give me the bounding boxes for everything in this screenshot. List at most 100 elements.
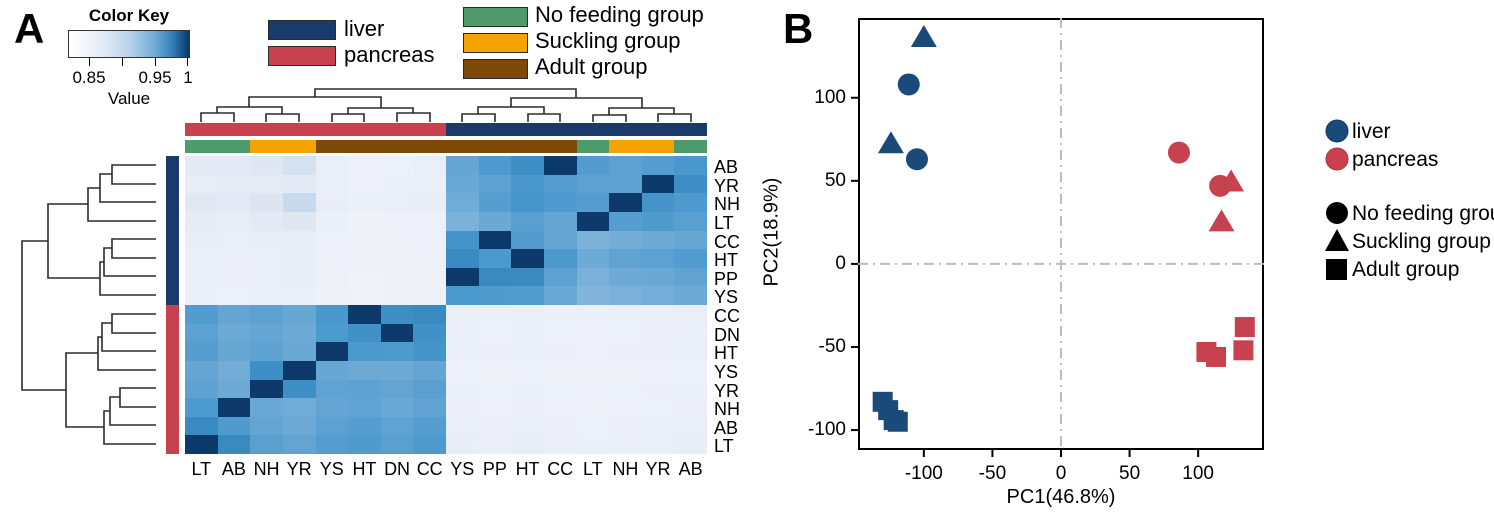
heatmap-cell: [315, 323, 349, 343]
heatmap-cell: [282, 156, 316, 175]
heatmap-cell: [674, 379, 707, 399]
heatmap-cell: [217, 249, 251, 268]
heatmap-cell: [674, 230, 707, 250]
heatmap-cell: [446, 342, 479, 361]
heatmap-cell: [282, 342, 316, 361]
color-key-value-label: Value: [107, 89, 151, 108]
heatmap-cell: [446, 174, 479, 194]
heatmap-cell: [609, 211, 642, 231]
color-key-tick: [187, 57, 188, 66]
heatmap-cell: [674, 249, 707, 268]
row-dendrogram: [8, 156, 156, 454]
heatmap-cell: [413, 230, 446, 250]
pca-liver-label: liver: [1352, 120, 1391, 143]
column-group-annotation: [185, 140, 707, 153]
heatmap-cell: [446, 435, 479, 454]
heatmap-cell: [511, 435, 544, 454]
heatmap-cell: [413, 379, 446, 399]
heatmap-cell: [576, 435, 610, 454]
heatmap-column-label: HT: [352, 459, 377, 479]
heatmap-cell: [511, 174, 544, 194]
heatmap-cell: [641, 360, 675, 380]
heatmap-row-label: CC: [714, 231, 740, 252]
heatmap-cell: [511, 230, 544, 250]
col-anno-group-nofeeding: [674, 140, 707, 153]
heatmap-cell: [446, 193, 479, 212]
heatmap-cell: [250, 323, 283, 343]
heatmap-cell: [413, 156, 446, 175]
heatmap-cell: [185, 286, 218, 305]
heatmap-cell: [478, 323, 512, 343]
color-key: Color Key 0.85 0.95 1 Value: [64, 6, 194, 107]
heatmap-cell: [413, 398, 446, 417]
heatmap-cell: [250, 230, 283, 250]
heatmap-cell: [576, 193, 610, 212]
heatmap-cell: [250, 193, 283, 212]
heatmap-cell: [478, 416, 512, 436]
heatmap-cell: [576, 174, 610, 194]
heatmap-column-label: LT: [582, 459, 603, 479]
heatmap-cell: [478, 286, 512, 305]
heatmap-cell: [478, 249, 512, 268]
heatmap-cell: [511, 267, 544, 287]
heatmap-row-label: NH: [714, 194, 740, 215]
heatmap-cell: [282, 174, 316, 194]
liver-swatch: [268, 20, 336, 40]
heatmap-cell: [315, 267, 349, 287]
heatmap-cell: [380, 379, 414, 399]
heatmap-cell: [380, 435, 414, 454]
heatmap-cell: [543, 398, 577, 417]
heatmap-row-label: YR: [714, 380, 740, 401]
heatmap-cell: [348, 379, 381, 399]
heatmap-cell: [674, 174, 707, 194]
heatmap-row-label: AB: [714, 157, 739, 177]
heatmap-cell: [250, 416, 283, 436]
heatmap-cell: [609, 230, 642, 250]
color-key-gradient: [68, 30, 190, 58]
heatmap-cell: [413, 249, 446, 268]
heatmap-cell: [609, 379, 642, 399]
heatmap-cell: [413, 305, 446, 324]
pca-x-axis-title: PC1(46.8%): [1006, 486, 1116, 508]
heatmap-cell: [185, 249, 218, 268]
heatmap-cell: [641, 249, 675, 268]
pca-x-tick-label: 100: [1182, 463, 1214, 484]
heatmap-cell: [641, 305, 675, 324]
heatmap-cell: [641, 379, 675, 399]
heatmap-cell: [413, 193, 446, 212]
heatmap-column-label: CC: [416, 459, 443, 479]
heatmap-cell: [380, 267, 414, 287]
pca-point-triangle: [877, 131, 904, 154]
heatmap-cell: [543, 193, 577, 212]
pca-point-square: [878, 400, 899, 421]
heatmap-row-label: LT: [714, 212, 734, 233]
pca-no-feeding-label: No feeding group: [1352, 202, 1494, 225]
heatmap-cell: [380, 305, 414, 324]
pca-x-tick-label: 50: [1119, 463, 1141, 484]
heatmap-cell: [609, 360, 642, 380]
heatmap-cell: [348, 230, 381, 250]
pca-suckling-label: Suckling group: [1352, 230, 1491, 253]
heatmap-row-labels: AB YR NH LT CC HT PP YS CC DN HT YS YR NH AB LT: [710, 156, 758, 455]
heatmap-cell: [348, 249, 381, 268]
pancreas-circle-icon: [1325, 147, 1349, 171]
pca-pancreas-label: pancreas: [1352, 148, 1439, 171]
heatmap-cell: [609, 435, 642, 454]
heatmap-cell: [478, 305, 512, 324]
row-anno-tissue-pancreas: [166, 305, 179, 454]
heatmap-cell: [217, 360, 251, 380]
pca-point-triangle: [910, 24, 937, 47]
heatmap-cell: [250, 342, 283, 361]
heatmap-cell: [478, 342, 512, 361]
heatmap-cell: [543, 416, 577, 436]
heatmap-cell: [348, 342, 381, 361]
heatmap-cell: [609, 305, 642, 324]
heatmap-cell: [380, 323, 414, 343]
heatmap-cell: [511, 286, 544, 305]
heatmap-cell: [282, 416, 316, 436]
heatmap-cell: [674, 342, 707, 361]
heatmap-column-labels: LT AB NH YR YS HT DN CC YS PP HT CC LT NH YR AB: [185, 458, 707, 482]
heatmap-cell: [185, 156, 218, 175]
heatmap-cell: [576, 360, 610, 380]
color-key-tick-label-1: 0.95: [138, 68, 172, 87]
